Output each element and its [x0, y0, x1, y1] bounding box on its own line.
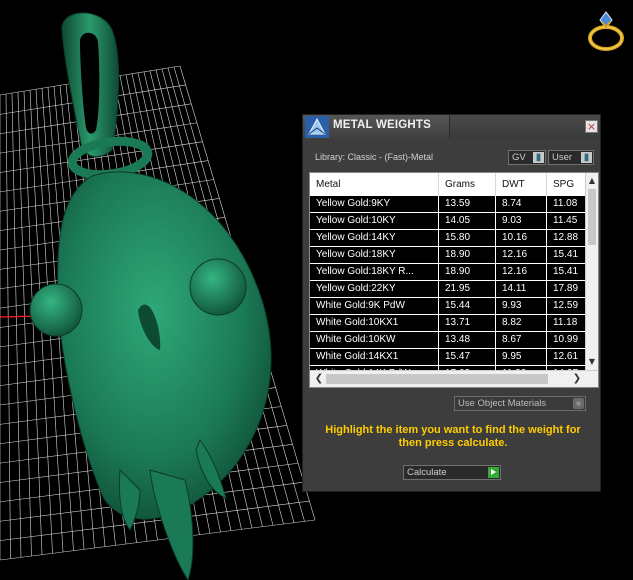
column-header-dwt[interactable]: DWT [496, 173, 547, 196]
grams-cell: 14.05 [439, 213, 496, 229]
metal-cell: White Gold:10KX1 [310, 315, 439, 331]
table-row[interactable]: Yellow Gold:22KY 21.95 14.11 17.89 [310, 281, 592, 298]
grid-line [17, 92, 32, 557]
library-label: Library: Classic - (Fast)-Metal [315, 152, 434, 162]
instructions-text: Highlight the item you want to find the … [325, 424, 581, 449]
chevron-down-icon: ▮ [581, 152, 592, 163]
metal-cell: Yellow Gold:14KY [310, 230, 439, 246]
calculate-button[interactable]: Calculate [403, 465, 501, 480]
user-dropdown-label: User [552, 152, 573, 163]
gv-dropdown[interactable]: GV ▮ [508, 150, 546, 165]
dwt-cell: 8.82 [496, 315, 547, 331]
dwt-cell: 12.16 [496, 264, 547, 280]
user-dropdown[interactable]: User ▮ [548, 150, 594, 165]
metal-cell: White Gold:9K PdW [310, 298, 439, 314]
column-header-grams[interactable]: Grams [439, 173, 496, 196]
dwt-cell: 14.11 [496, 281, 547, 297]
grams-cell: 13.48 [439, 332, 496, 348]
metal-table[interactable]: Metal Grams DWT SPG Yellow Gold:9KY 13.59… [309, 172, 599, 388]
grams-cell: 15.80 [439, 230, 496, 246]
use-object-materials-label: Use Object Materials [458, 398, 547, 409]
scroll-down-icon[interactable]: ▼ [586, 356, 598, 368]
scroll-right-icon[interactable]: ❯ [570, 371, 584, 387]
table-row[interactable]: Yellow Gold:18KY 18.90 12.16 15.41 [310, 247, 592, 264]
metal-cell: Yellow Gold:18KY R... [310, 264, 439, 280]
dwt-cell: 8.74 [496, 196, 547, 212]
dwt-cell: 9.93 [496, 298, 547, 314]
grid-line [11, 93, 22, 558]
metal-weights-panel: METAL WEIGHTS × Library: Classic - (Fast… [302, 114, 601, 492]
horizontal-scroll-thumb[interactable] [326, 374, 548, 384]
dwt-cell: 8.67 [496, 332, 547, 348]
metal-cell: Yellow Gold:18KY [310, 247, 439, 263]
dwt-cell: 9.95 [496, 349, 547, 365]
panel-title: METAL WEIGHTS [333, 119, 432, 131]
close-icon[interactable]: × [585, 120, 598, 133]
table-row[interactable]: White Gold:10KX1 13.71 8.82 11.18 [310, 315, 592, 332]
table-row[interactable]: Yellow Gold:14KY 15.80 10.16 12.88 [310, 230, 592, 247]
grams-cell: 13.71 [439, 315, 496, 331]
grams-cell: 13.59 [439, 196, 496, 212]
grams-cell: 15.47 [439, 349, 496, 365]
table-row[interactable]: White Gold:10KW 13.48 8.67 10.99 [310, 332, 592, 349]
horizontal-scrollbar[interactable]: ❮ ❯ [310, 370, 598, 387]
play-icon [488, 467, 499, 478]
dwt-cell: 10.16 [496, 230, 547, 246]
table-row[interactable]: Yellow Gold:18KY R... 18.90 12.16 15.41 [310, 264, 592, 281]
grams-cell: 18.90 [439, 264, 496, 280]
panel-title-tab[interactable]: METAL WEIGHTS [303, 115, 450, 139]
grams-cell: 21.95 [439, 281, 496, 297]
grams-cell: 15.44 [439, 298, 496, 314]
table-row[interactable]: White Gold:9K PdW 15.44 9.93 12.59 [310, 298, 592, 315]
calculate-label: Calculate [407, 467, 447, 478]
gv-dropdown-label: GV [512, 152, 526, 163]
vertical-scrollbar[interactable]: ▲ ▼ [585, 173, 598, 370]
table-row[interactable]: Yellow Gold:10KY 14.05 9.03 11.45 [310, 213, 592, 230]
dwt-cell: 12.16 [496, 247, 547, 263]
metal-cell: Yellow Gold:9KY [310, 196, 439, 212]
scroll-left-icon[interactable]: ❮ [312, 371, 326, 387]
pendant-model[interactable] [29, 12, 272, 580]
panel-titlebar[interactable]: METAL WEIGHTS × [303, 115, 600, 139]
scroll-up-icon[interactable]: ▲ [586, 175, 598, 187]
column-header-metal[interactable]: Metal [310, 173, 439, 196]
table-header: Metal Grams DWT SPG [310, 173, 592, 197]
chevron-down-icon: ▮ [533, 152, 544, 163]
table-row[interactable]: White Gold:14KX1 15.47 9.95 12.61 [310, 349, 592, 366]
dropdown-knob-icon [573, 398, 584, 409]
table-rows: Yellow Gold:9KY 13.59 8.74 11.08 Yellow Gol… [310, 196, 592, 383]
grams-cell: 18.90 [439, 247, 496, 263]
vertical-scroll-thumb[interactable] [588, 189, 596, 245]
metal-cell: Yellow Gold:10KY [310, 213, 439, 229]
metal-cell: White Gold:10KW [310, 332, 439, 348]
dwt-cell: 9.03 [496, 213, 547, 229]
metal-cell: White Gold:14KX1 [310, 349, 439, 365]
ring-logo-icon[interactable] [586, 8, 626, 54]
metal-cell: Yellow Gold:22KY [310, 281, 439, 297]
table-row[interactable]: Yellow Gold:9KY 13.59 8.74 11.08 [310, 196, 592, 213]
use-object-materials-dropdown[interactable]: Use Object Materials [454, 396, 586, 411]
metal-weights-icon [305, 116, 329, 138]
